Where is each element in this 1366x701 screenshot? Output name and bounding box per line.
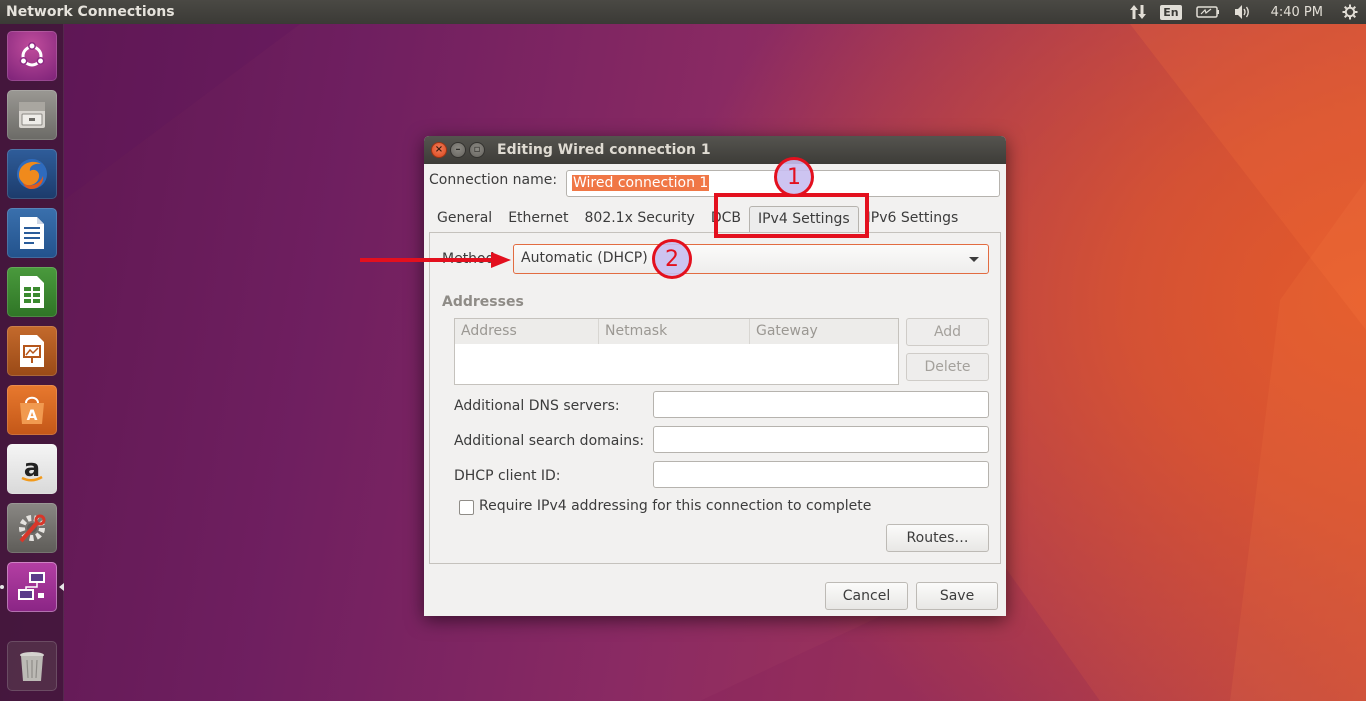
annotation-highlight-box xyxy=(714,193,869,238)
chevron-down-icon xyxy=(969,257,979,262)
firefox-icon[interactable] xyxy=(7,149,57,199)
addresses-title: Addresses xyxy=(442,294,524,310)
column-address[interactable]: Address xyxy=(455,319,599,344)
tab-ethernet[interactable]: Ethernet xyxy=(500,206,576,233)
connection-name-value: Wired connection 1 xyxy=(572,175,710,191)
cancel-button[interactable]: Cancel xyxy=(825,582,908,610)
search-domains-input[interactable] xyxy=(653,426,989,453)
volume-icon[interactable] xyxy=(1227,0,1259,24)
require-ipv4-checkbox[interactable] xyxy=(459,500,474,515)
save-button[interactable]: Save xyxy=(916,582,998,610)
maximize-icon[interactable]: ▫ xyxy=(469,142,485,158)
require-ipv4-label[interactable]: Require IPv4 addressing for this connect… xyxy=(479,498,871,514)
indicator-area: En 4:40 PM xyxy=(1123,0,1366,24)
network-transfer-icon[interactable] xyxy=(1123,0,1153,24)
column-netmask[interactable]: Netmask xyxy=(599,319,750,344)
app-title: Network Connections xyxy=(6,4,175,20)
svg-text:A: A xyxy=(27,408,38,424)
amazon-icon[interactable]: a xyxy=(7,444,57,494)
connection-name-label: Connection name: xyxy=(429,172,558,188)
keyboard-layout-icon[interactable]: En xyxy=(1153,0,1188,24)
settings-wrench-icon[interactable] xyxy=(7,503,57,553)
tab-bar: General Ethernet 802.1x Security DCB IPv… xyxy=(429,206,966,233)
writer-icon[interactable] xyxy=(7,208,57,258)
focused-indicator xyxy=(59,583,64,591)
trash-icon[interactable] xyxy=(7,641,57,691)
minimize-icon[interactable]: – xyxy=(450,142,466,158)
routes-button[interactable]: Routes… xyxy=(886,524,989,552)
top-panel: Network Connections En 4:40 PM xyxy=(0,0,1366,24)
battery-icon[interactable] xyxy=(1189,0,1227,24)
addresses-table[interactable]: Address Netmask Gateway xyxy=(454,318,899,385)
search-domains-label: Additional search domains: xyxy=(454,433,645,449)
tab-8021x-security[interactable]: 802.1x Security xyxy=(577,206,703,233)
software-center-icon[interactable]: A xyxy=(7,385,57,435)
tab-general[interactable]: General xyxy=(429,206,500,233)
add-button[interactable]: Add xyxy=(906,318,989,346)
running-indicator xyxy=(0,585,4,589)
keyboard-layout-label: En xyxy=(1160,4,1182,20)
file-cabinet-icon[interactable] xyxy=(7,90,57,140)
dialog-title: Editing Wired connection 1 xyxy=(497,142,711,158)
method-dropdown[interactable]: Automatic (DHCP) xyxy=(513,244,989,274)
close-icon[interactable]: × xyxy=(431,142,447,158)
network-connections-icon[interactable] xyxy=(7,562,57,612)
dhcp-client-id-label: DHCP client ID: xyxy=(454,468,561,484)
annotation-arrow xyxy=(360,252,511,268)
dialog-titlebar[interactable]: × – ▫ Editing Wired connection 1 xyxy=(424,136,1006,164)
dns-servers-input[interactable] xyxy=(653,391,989,418)
launcher: A a xyxy=(0,24,64,701)
connection-name-row: Connection name: xyxy=(429,172,557,188)
calc-icon[interactable] xyxy=(7,267,57,317)
method-value: Automatic (DHCP) xyxy=(521,250,648,266)
column-gateway[interactable]: Gateway xyxy=(750,319,898,344)
impress-icon[interactable] xyxy=(7,326,57,376)
delete-button[interactable]: Delete xyxy=(906,353,989,381)
ubuntu-logo-icon[interactable] xyxy=(7,31,57,81)
dhcp-client-id-input[interactable] xyxy=(653,461,989,488)
ipv4-settings-panel: Method: Automatic (DHCP) Addresses Addre… xyxy=(429,232,1001,564)
annotation-step-1: 1 xyxy=(774,157,814,197)
annotation-step-2: 2 xyxy=(652,239,692,279)
tab-ipv6-settings[interactable]: IPv6 Settings xyxy=(859,206,967,233)
clock[interactable]: 4:40 PM xyxy=(1259,0,1335,24)
addresses-table-header: Address Netmask Gateway xyxy=(455,319,898,344)
dns-servers-label: Additional DNS servers: xyxy=(454,398,620,414)
gear-icon[interactable] xyxy=(1335,0,1366,24)
